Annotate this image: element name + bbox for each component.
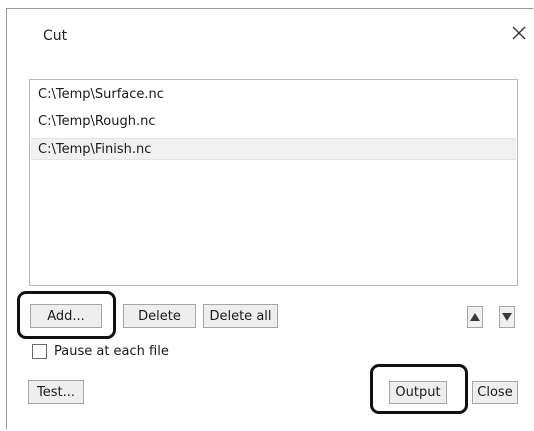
- dialog-title: Cut: [43, 28, 68, 44]
- delete-all-button[interactable]: Delete all: [203, 304, 278, 328]
- file-path: C:\Temp\Rough.nc: [38, 114, 156, 129]
- output-button[interactable]: Output: [389, 381, 447, 404]
- file-path: C:\Temp\Surface.nc: [38, 87, 164, 102]
- close-button[interactable]: Close: [472, 381, 518, 404]
- triangle-down-icon: [502, 313, 512, 321]
- close-dialog-button[interactable]: [509, 23, 529, 43]
- file-list-item[interactable]: C:\Temp\Rough.nc: [31, 111, 516, 133]
- file-list-item[interactable]: C:\Temp\Surface.nc: [31, 84, 516, 106]
- file-list[interactable]: C:\Temp\Surface.nc C:\Temp\Rough.nc C:\T…: [29, 79, 518, 286]
- delete-button[interactable]: Delete: [123, 304, 196, 328]
- pause-at-each-file-option[interactable]: Pause at each file: [32, 344, 169, 359]
- triangle-up-icon: [470, 313, 480, 321]
- file-path: C:\Temp\Finish.nc: [38, 142, 152, 157]
- pause-checkbox-label: Pause at each file: [54, 344, 169, 359]
- close-icon: [512, 26, 526, 40]
- move-up-button[interactable]: [467, 306, 483, 328]
- add-button[interactable]: Add...: [30, 304, 102, 328]
- pause-checkbox[interactable]: [32, 344, 47, 359]
- move-down-button[interactable]: [499, 306, 515, 328]
- file-list-item-selected[interactable]: C:\Temp\Finish.nc: [31, 138, 516, 160]
- test-button[interactable]: Test...: [28, 380, 84, 404]
